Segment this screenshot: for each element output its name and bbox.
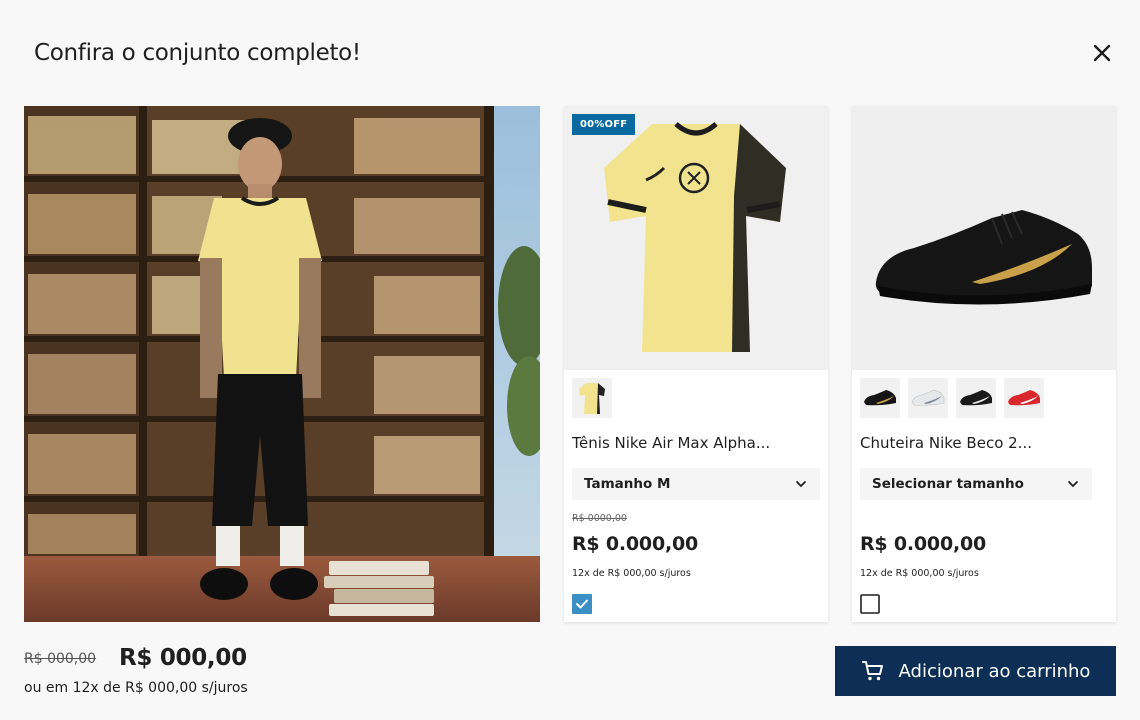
thumbnail-yellow-jersey[interactable] [572,378,612,418]
old-price: R$ 0000,00 [572,513,627,524]
thumbnail-list [572,378,612,418]
close-icon[interactable] [1088,39,1116,67]
total-price: R$ 000,00 [119,645,247,671]
thumbnail-black-gold-shoe[interactable] [860,378,900,418]
select-checkbox[interactable] [860,594,880,614]
size-select-label: Tamanho M [584,476,671,492]
price: R$ 0.000,00 [860,533,987,555]
select-checkbox-checked[interactable] [572,594,592,614]
outfit-photo [24,106,540,622]
thumbnail-red-shoe[interactable] [1004,378,1044,418]
chevron-down-icon [1068,481,1078,488]
add-to-cart-label: Adicionar ao carrinho [898,660,1091,682]
modal-title: Confira o conjunto completo! [34,40,361,66]
add-to-cart-button[interactable]: Adicionar ao carrinho [835,646,1116,696]
total-old-price: R$ 000,00 [24,651,97,667]
size-select[interactable]: Tamanho M [572,468,820,500]
size-select-label: Selecionar tamanho [872,476,1024,492]
cart-icon [861,661,883,681]
product-name[interactable]: Tênis Nike Air Max Alpha... [572,434,770,452]
installments: 12x de R$ 000,00 s/juros [572,568,691,579]
thumbnail-list [860,378,1044,418]
chevron-down-icon [796,481,806,488]
product-image[interactable]: 00%OFF [564,106,828,370]
price: R$ 0.000,00 [572,533,699,555]
thumbnail-white-shoe[interactable] [908,378,948,418]
discount-badge: 00%OFF [572,114,636,135]
product-card: 00%OFF Tênis Nike Air Max Alpha... Taman… [564,106,828,622]
installments: 12x de R$ 000,00 s/juros [860,568,979,579]
size-select[interactable]: Selecionar tamanho [860,468,1092,500]
product-image[interactable] [852,106,1116,370]
total-installments: ou em 12x de R$ 000,00 s/juros [24,680,248,696]
thumbnail-black-shoe[interactable] [956,378,996,418]
product-name[interactable]: Chuteira Nike Beco 2... [860,434,1032,452]
product-card: Chuteira Nike Beco 2... Selecionar taman… [852,106,1116,622]
